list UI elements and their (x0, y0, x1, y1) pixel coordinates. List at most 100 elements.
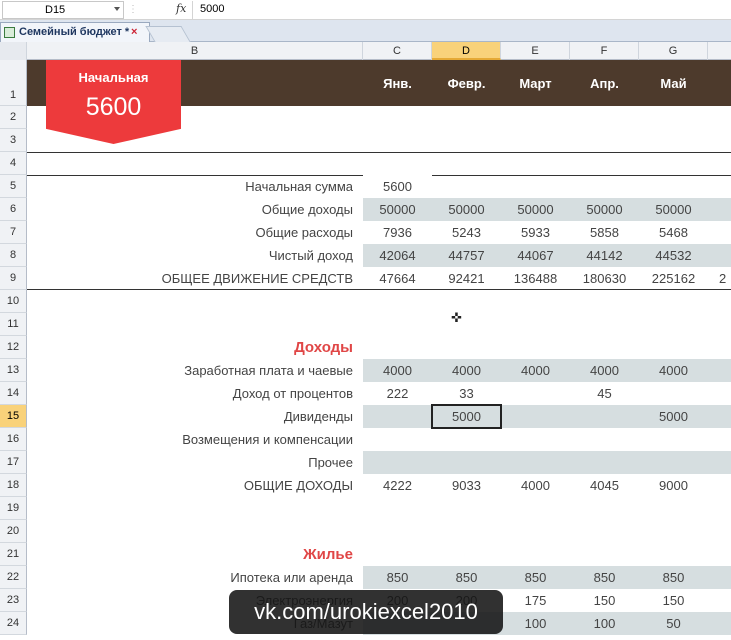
value-cell[interactable]: 225162 (639, 267, 708, 290)
row-header-11[interactable]: 11 (0, 313, 27, 336)
value-cell[interactable]: 850 (639, 566, 708, 589)
value-cell[interactable]: 5933 (501, 221, 570, 244)
month-header[interactable]: Янв. (363, 76, 432, 91)
value-cell[interactable]: 44532 (639, 244, 708, 267)
row-header-15[interactable]: 15 (0, 405, 27, 428)
column-header-c[interactable]: C (363, 42, 432, 60)
insert-function-icon[interactable]: fx (176, 2, 186, 15)
row-header-17[interactable]: 17 (0, 451, 27, 474)
row-header-6[interactable]: 6 (0, 198, 27, 221)
value-cell[interactable]: 9033 (432, 474, 501, 497)
spreadsheet-grid[interactable]: B C D E F G 1 2 3 4 5 6 7 8 9 10 11 12 1… (0, 42, 731, 640)
column-header-b[interactable]: B (27, 42, 363, 60)
value-cell[interactable]: 5858 (570, 221, 639, 244)
value-cell[interactable]: 4000 (501, 359, 570, 382)
row-header-24[interactable]: 24 (0, 612, 27, 635)
row-header-5[interactable]: 5 (0, 175, 27, 198)
value-cell[interactable] (708, 612, 731, 635)
value-cell[interactable]: 9000 (639, 474, 708, 497)
workbook-tab[interactable]: Семейный бюджет * × (0, 22, 150, 42)
row-label[interactable]: Начальная сумма (27, 175, 363, 198)
row-label[interactable]: Прочее (27, 451, 363, 474)
name-box[interactable]: D15 (2, 1, 124, 19)
formula-input[interactable]: 5000 (192, 1, 731, 19)
row-header-3[interactable]: 3 (0, 129, 27, 152)
active-cell-selection[interactable] (431, 404, 502, 429)
value-cell[interactable] (708, 405, 731, 428)
value-cell[interactable]: 850 (432, 566, 501, 589)
row-header-23[interactable]: 23 (0, 589, 27, 612)
value-cell[interactable]: 5243 (432, 221, 501, 244)
value-cell[interactable] (708, 198, 731, 221)
column-header-d[interactable]: D (432, 42, 501, 60)
value-cell[interactable] (501, 405, 570, 428)
row-header-19[interactable]: 19 (0, 497, 27, 520)
row-label[interactable]: Общие доходы (27, 198, 363, 221)
value-cell[interactable]: 4222 (363, 474, 432, 497)
value-cell[interactable]: 100 (501, 612, 570, 635)
row-header-2[interactable]: 2 (0, 106, 27, 129)
select-all-corner[interactable] (0, 42, 27, 60)
value-cell[interactable]: 7936 (363, 221, 432, 244)
value-cell[interactable]: 4000 (432, 359, 501, 382)
value-cell[interactable] (708, 566, 731, 589)
value-cell[interactable]: 4000 (639, 359, 708, 382)
value-cell[interactable]: 50000 (501, 198, 570, 221)
value-cell[interactable] (363, 451, 731, 474)
value-cell[interactable]: 5468 (639, 221, 708, 244)
row-label[interactable]: Дивиденды (27, 405, 363, 428)
value-cell[interactable]: 4045 (570, 474, 639, 497)
value-cell[interactable]: 33 (432, 382, 501, 405)
value-cell[interactable] (570, 405, 639, 428)
row-label[interactable]: Ипотека или аренда (27, 566, 363, 589)
row-label[interactable]: Заработная плата и чаевые (27, 359, 363, 382)
row-header-1[interactable]: 1 (0, 60, 27, 106)
row-label[interactable]: ОБЩИЕ ДОХОДЫ (27, 474, 363, 497)
value-cell[interactable]: 2 (719, 267, 731, 290)
row-label[interactable]: Чистый доход (27, 244, 363, 267)
row-header-9[interactable]: 9 (0, 267, 27, 290)
row-header-8[interactable]: 8 (0, 244, 27, 267)
value-cell[interactable]: 850 (570, 566, 639, 589)
value-cell[interactable]: 175 (501, 589, 570, 612)
row-header-7[interactable]: 7 (0, 221, 27, 244)
value-cell[interactable]: 850 (363, 566, 432, 589)
close-icon[interactable]: × (131, 23, 137, 41)
value-cell[interactable] (708, 244, 731, 267)
value-cell[interactable]: 44142 (570, 244, 639, 267)
value-cell[interactable]: 45 (570, 382, 639, 405)
value-cell[interactable]: 50000 (570, 198, 639, 221)
section-title-income[interactable]: Доходы (27, 336, 363, 359)
value-cell[interactable]: 4000 (570, 359, 639, 382)
row-header-12[interactable]: 12 (0, 336, 27, 359)
value-cell[interactable]: 100 (570, 612, 639, 635)
chevron-down-icon[interactable] (114, 7, 120, 11)
value-cell[interactable]: 44067 (501, 244, 570, 267)
row-header-18[interactable]: 18 (0, 474, 27, 497)
value-cell[interactable]: 50000 (363, 198, 432, 221)
row-header-14[interactable]: 14 (0, 382, 27, 405)
row-header-4[interactable]: 4 (0, 152, 27, 175)
value-cell[interactable] (708, 359, 731, 382)
value-cell[interactable]: 4000 (501, 474, 570, 497)
value-cell[interactable]: 50 (639, 612, 708, 635)
section-title-housing[interactable]: Жилье (27, 543, 363, 566)
column-header-e[interactable]: E (501, 42, 570, 60)
month-header[interactable]: И (708, 76, 731, 91)
column-header-g[interactable]: G (639, 42, 708, 60)
row-header-20[interactable]: 20 (0, 520, 27, 543)
row-header-16[interactable]: 16 (0, 428, 27, 451)
month-header[interactable]: Май (639, 76, 708, 91)
value-cell[interactable]: 5000 (639, 405, 708, 428)
value-cell[interactable]: 92421 (432, 267, 501, 290)
month-header[interactable]: Февр. (432, 76, 501, 91)
row-label[interactable]: ОБЩЕЕ ДВИЖЕНИЕ СРЕДСТВ (27, 267, 363, 290)
row-header-10[interactable]: 10 (0, 290, 27, 313)
value-cell[interactable]: 50000 (639, 198, 708, 221)
value-cell[interactable]: 5600 (363, 175, 432, 198)
row-label[interactable]: Доход от процентов (27, 382, 363, 405)
value-cell[interactable]: 44757 (432, 244, 501, 267)
month-header[interactable]: Март (501, 76, 570, 91)
column-header-f[interactable]: F (570, 42, 639, 60)
month-header[interactable]: Апр. (570, 76, 639, 91)
